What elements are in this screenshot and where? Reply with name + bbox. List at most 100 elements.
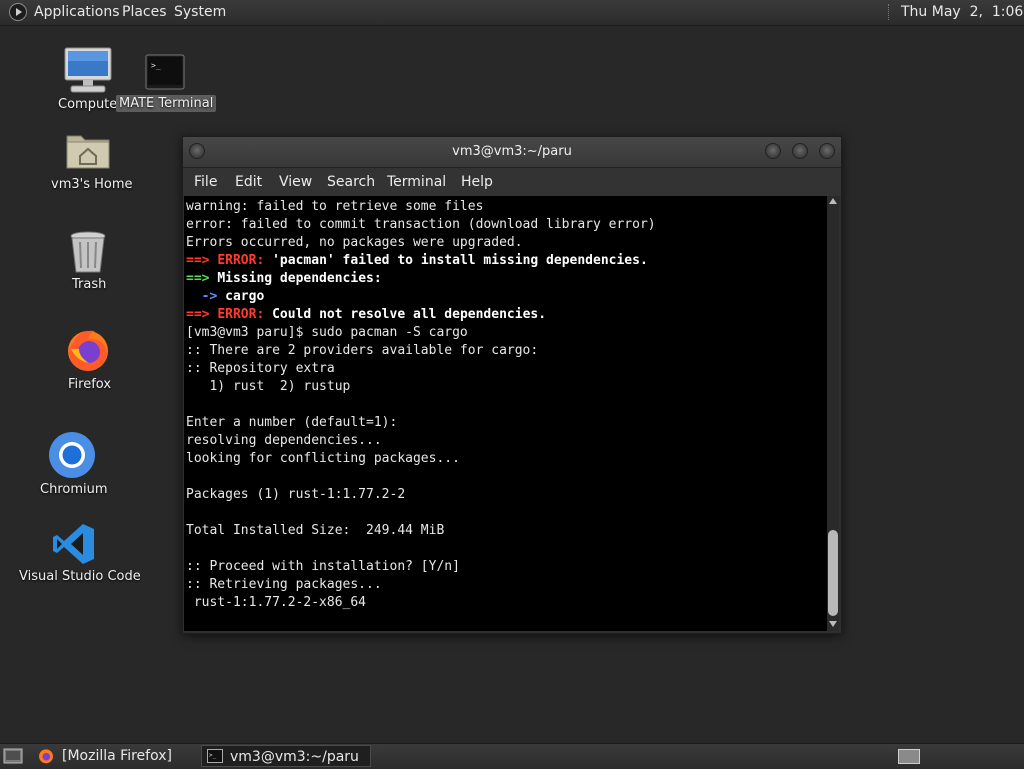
taskbar-item-label: [Mozilla Firefox] [62, 748, 172, 764]
terminal-text: ==> [186, 253, 218, 268]
terminal-text: -> [186, 289, 226, 304]
menu-search[interactable]: Search [327, 174, 375, 190]
menu-file[interactable]: File [194, 174, 217, 190]
desktop-icon-label: Chromium [40, 482, 108, 497]
terminal-line: Packages (1) rust-1:1.77.2-2 [186, 486, 656, 504]
minimize-button[interactable] [765, 143, 781, 159]
desktop-icon-label: Computer [58, 97, 123, 112]
desktop-icon-firefox[interactable]: Firefox [50, 326, 126, 394]
bottom-panel: [Mozilla Firefox] >_ vm3@vm3:~/paru [0, 743, 1024, 769]
terminal-line: rust-1:1.77.2-2-x86_64 [186, 594, 656, 612]
terminal-text: resolving dependencies... [186, 433, 382, 448]
system-menu[interactable]: System [174, 4, 226, 20]
desktop-icon-chromium[interactable]: Chromium [34, 430, 110, 498]
terminal-line: -> cargo [186, 288, 656, 306]
terminal-text: Enter a number (default=1): [186, 415, 398, 430]
terminal-text: cargo [225, 289, 265, 304]
terminal-line: :: Retrieving packages... [186, 576, 656, 594]
maximize-button[interactable] [792, 143, 808, 159]
terminal-line: :: Repository extra [186, 360, 656, 378]
terminal-text: warning: failed to retrieve some files [186, 199, 484, 214]
vscode-icon [53, 524, 94, 564]
terminal-line: :: Proceed with installation? [Y/n] [186, 558, 656, 576]
terminal-line: :: There are 2 providers available for c… [186, 342, 656, 360]
terminal-text: Could not resolve all dependencies. [272, 307, 547, 322]
terminal-line: error: failed to commit transaction (dow… [186, 216, 656, 234]
terminal-lines: warning: failed to retrieve some files er… [186, 198, 656, 612]
desktop-icon-label: vm3's Home [51, 177, 133, 192]
terminal-text: :: Retrieving packages... [186, 577, 382, 592]
terminal-menubar: File Edit View Search Terminal Help [183, 168, 841, 196]
terminal-text: 'pacman' failed to install missing depen… [272, 253, 648, 268]
home-folder-icon [66, 135, 110, 169]
terminal-text: looking for conflicting packages... [186, 451, 460, 466]
terminal-line: Enter a number (default=1): [186, 414, 656, 432]
terminal-line: 1) rust 2) rustup [186, 378, 656, 396]
svg-text:>_: >_ [209, 752, 217, 759]
taskbar-item-terminal[interactable]: >_ vm3@vm3:~/paru [201, 745, 371, 767]
terminal-line: ==> ERROR: 'pacman' failed to install mi… [186, 252, 656, 270]
desktop-icon-mate-terminal[interactable]: >_ MATE Terminal [115, 50, 217, 116]
desktop-icon-label: MATE Terminal [116, 95, 217, 112]
terminal-text: ERROR: [217, 253, 273, 268]
menu-terminal[interactable]: Terminal [387, 174, 446, 190]
scroll-up-icon[interactable] [829, 198, 837, 204]
terminal-text: Total Installed Size: 249.44 MiB [186, 523, 445, 538]
terminal-text: Packages (1) rust-1:1.77.2-2 [186, 487, 406, 502]
menu-view[interactable]: View [279, 174, 312, 190]
terminal-window: vm3@vm3:~/paru File Edit View Search Ter… [182, 136, 842, 634]
terminal-scrollbar[interactable] [827, 196, 839, 631]
window-title: vm3@vm3:~/paru [452, 144, 572, 159]
terminal-line: resolving dependencies... [186, 432, 656, 450]
terminal-text: Missing dependencies: [217, 271, 382, 286]
computer-icon [64, 47, 112, 93]
terminal-text: error: failed to commit transaction (dow… [186, 217, 656, 232]
taskbar-item-firefox[interactable]: [Mozilla Firefox] [34, 745, 196, 767]
firefox-icon [39, 749, 53, 764]
places-menu[interactable]: Places [122, 4, 167, 20]
desktop-icon-trash[interactable]: Trash [50, 228, 126, 296]
firefox-icon [68, 330, 108, 371]
show-desktop-icon[interactable] [3, 748, 23, 764]
terminal-icon: >_ [145, 54, 185, 90]
desktop-icon-home[interactable]: vm3's Home [40, 126, 136, 196]
clock[interactable]: Thu May 2, 1:06 PM [901, 4, 1024, 20]
svg-text:>_: >_ [151, 61, 161, 70]
terminal-text: [vm3@vm3 paru]$ sudo pacman -S cargo [186, 325, 468, 340]
menu-edit[interactable]: Edit [235, 174, 262, 190]
trash-icon [70, 231, 106, 273]
terminal-line: Errors occurred, no packages were upgrad… [186, 234, 656, 252]
terminal-text: :: There are 2 providers available for c… [186, 343, 539, 358]
taskbar-item-label: vm3@vm3:~/paru [230, 749, 359, 765]
terminal-text: Errors occurred, no packages were upgrad… [186, 235, 523, 250]
terminal-line: ==> ERROR: Could not resolve all depende… [186, 306, 656, 324]
close-button[interactable] [819, 143, 835, 159]
top-panel: Applications Places System Thu May 2, 1:… [0, 0, 1024, 26]
terminal-text: ==> [186, 307, 218, 322]
desktop-icon-vscode[interactable]: Visual Studio Code [14, 520, 141, 588]
terminal-text: ==> [186, 271, 218, 286]
terminal-line: Total Installed Size: 249.44 MiB [186, 522, 656, 540]
scroll-down-icon[interactable] [829, 621, 837, 627]
terminal-text: rust-1:1.77.2-2-x86_64 [186, 595, 367, 610]
terminal-line: [vm3@vm3 paru]$ sudo pacman -S cargo [186, 324, 656, 342]
terminal-line: looking for conflicting packages... [186, 450, 656, 468]
terminal-icon: >_ [207, 749, 223, 763]
terminal-output[interactable]: warning: failed to retrieve some files er… [184, 196, 827, 631]
desktop-icon-label: Visual Studio Code [19, 569, 141, 584]
terminal-line: ==> Missing dependencies: [186, 270, 656, 288]
workspace-switcher[interactable] [898, 749, 920, 764]
applications-menu[interactable]: Applications [34, 4, 120, 20]
terminal-text: 1) rust 2) rustup [186, 379, 351, 394]
mate-logo-icon[interactable] [9, 3, 27, 21]
menu-help[interactable]: Help [461, 174, 493, 190]
scrollbar-thumb[interactable] [828, 530, 838, 616]
terminal-text: :: Repository extra [186, 361, 335, 376]
desktop-icon-label: Trash [72, 277, 107, 292]
desktop-icon-label: Firefox [68, 377, 112, 392]
panel-separator [888, 4, 891, 20]
window-titlebar[interactable]: vm3@vm3:~/paru [183, 137, 841, 168]
